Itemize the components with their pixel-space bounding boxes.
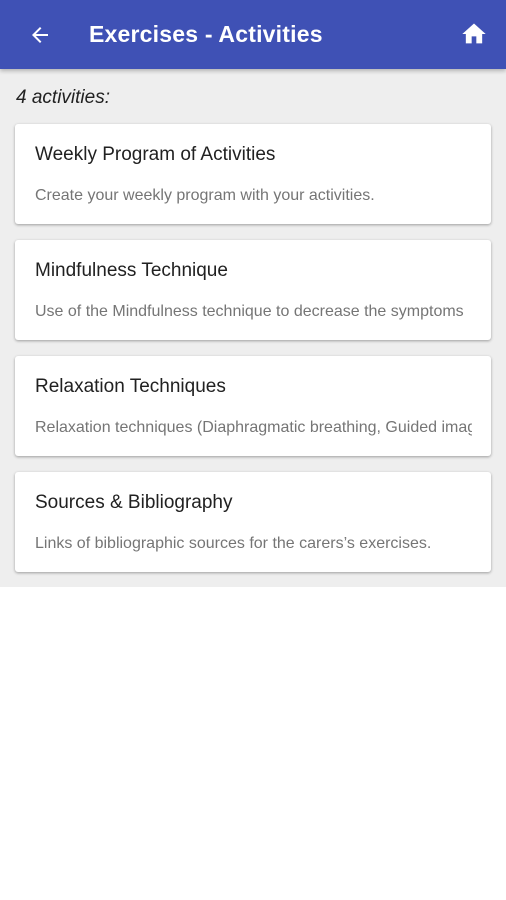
back-button[interactable] [16, 11, 64, 59]
arrow-back-icon [32, 26, 48, 43]
card-title: Relaxation Techniques [35, 376, 226, 397]
app-bar: Exercises - Activities [0, 0, 506, 69]
activities-list: 4 activities: Weekly Program of Activiti… [0, 69, 506, 587]
card-description: Relaxation techniques (Diaphragmatic bre… [35, 419, 472, 436]
activities-count: 4 activities: [16, 87, 110, 108]
card-title: Weekly Program of Activities [35, 144, 276, 165]
home-button[interactable] [452, 12, 496, 56]
card-weekly-program[interactable]: Weekly Program of Activities Create your… [15, 124, 491, 224]
card-description: Use of the Mindfulness technique to decr… [35, 303, 464, 320]
card-description: Create your weekly program with your act… [35, 187, 375, 204]
home-icon [462, 23, 486, 44]
card-description: Links of bibliographic sources for the c… [35, 535, 432, 552]
card-mindfulness[interactable]: Mindfulness Technique Use of the Mindful… [15, 240, 491, 340]
card-sources[interactable]: Sources & Bibliography Links of bibliogr… [15, 472, 491, 572]
page-title: Exercises - Activities [89, 21, 323, 47]
card-relaxation[interactable]: Relaxation Techniques Relaxation techniq… [15, 356, 491, 456]
card-title: Sources & Bibliography [35, 492, 233, 513]
card-title: Mindfulness Technique [35, 260, 228, 281]
